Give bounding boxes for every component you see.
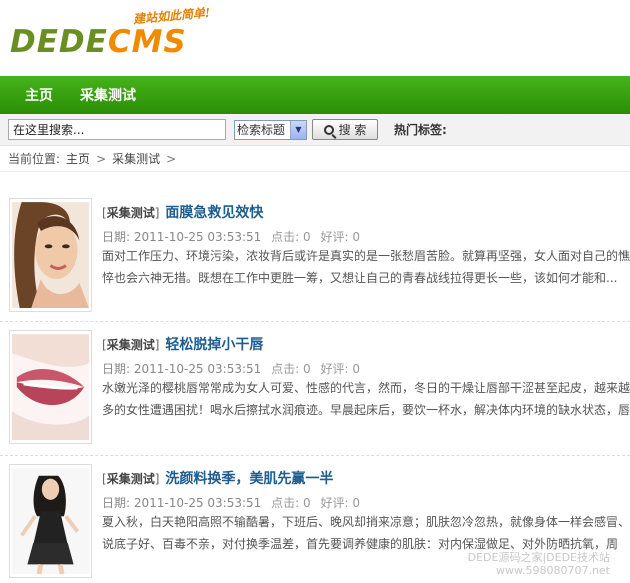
lips-image (12, 334, 89, 440)
article-category[interactable]: [采集测试] (102, 336, 159, 353)
article-meta: 日期: 2011-10-25 03:53:51 点击: 0 好评: 0 (102, 228, 360, 245)
article-meta: 日期: 2011-10-25 03:53:51 点击: 0 好评: 0 (102, 360, 360, 377)
watermark-line1: DEDE源码之家|DEDE技术站 (467, 551, 610, 564)
article-description: 夏入秋，白天艳阳高照不输酷暑，下班后、晚风却捎来凉意；肌肤忽冷忽热，就像身体一样… (102, 515, 630, 551)
article-title-row: [采集测试] 轻松脱掉小干唇 (102, 334, 263, 354)
article-clicks: 点击: 0 (271, 362, 311, 376)
article-thumbnail[interactable] (9, 198, 92, 312)
nav-item-collect-test[interactable]: 采集测试 (80, 85, 136, 105)
breadcrumb-separator: > (166, 151, 177, 166)
breadcrumb-separator: > (96, 151, 107, 166)
article-comments: 好评: 0 (320, 362, 360, 376)
article-comments: 好评: 0 (320, 230, 360, 244)
article-title-row: [采集测试] 面膜急救见效快 (102, 202, 263, 222)
search-bar: 检索标题 ▼ 搜 索 热门标签: (0, 114, 630, 146)
list-item: [采集测试] 轻松脱掉小干唇 日期: 2011-10-25 03:53:51 点… (0, 322, 630, 456)
nav-item-home[interactable]: 主页 (25, 85, 53, 105)
breadcrumb-item-home[interactable]: 主页 (66, 150, 90, 167)
logo-text-cms: CMS (107, 24, 187, 60)
search-button[interactable]: 搜 索 (312, 119, 378, 140)
article-title[interactable]: 轻松脱掉小干唇 (165, 334, 263, 354)
search-input[interactable] (8, 119, 226, 140)
breadcrumb: 当前位置: 主页 > 采集测试 > (0, 146, 630, 172)
article-title-row: [采集测试] 洗颜料换季，美肌先赢一半 (102, 468, 333, 488)
main-nav: 主页 采集测试 (0, 76, 630, 114)
watermark-line2: www.598080707.net (495, 564, 610, 577)
list-item: [采集测试] 面膜急救见效快 日期: 2011-10-25 03:53:51 点… (0, 190, 630, 322)
dropdown-arrow-icon: ▼ (290, 120, 306, 139)
hot-tags-label: 热门标签: (394, 123, 447, 137)
logo-text-dede: DEDE (10, 24, 108, 60)
article-comments: 好评: 0 (320, 496, 360, 510)
article-thumbnail[interactable] (9, 464, 92, 578)
article-category[interactable]: [采集测试] (102, 204, 159, 221)
site-header: 建站如此简单! DEDECMS (0, 0, 630, 76)
article-date: 日期: 2011-10-25 03:53:51 (102, 496, 262, 510)
article-description: 水嫩光泽的樱桃唇常常成为女人可爱、性感的代言，然而，冬日的干燥让唇部干涩甚至起皮… (102, 381, 630, 417)
woman-face-image (12, 202, 89, 308)
article-list: [采集测试] 面膜急救见效快 日期: 2011-10-25 03:53:51 点… (0, 190, 630, 583)
breadcrumb-item-collect-test[interactable]: 采集测试 (112, 150, 160, 167)
breadcrumb-prefix: 当前位置: (8, 152, 61, 166)
article-category[interactable]: [采集测试] (102, 470, 159, 487)
article-date: 日期: 2011-10-25 03:53:51 (102, 362, 262, 376)
article-meta: 日期: 2011-10-25 03:53:51 点击: 0 好评: 0 (102, 494, 360, 511)
article-clicks: 点击: 0 (271, 230, 311, 244)
article-description: 面对工作压力、环境污染，浓妆背后或许是真实的是一张愁眉苦脸。就算再坚强，女人面对… (102, 249, 630, 285)
search-type-value: 检索标题 (237, 123, 286, 137)
site-logo[interactable]: DEDECMS (10, 22, 187, 62)
search-icon (323, 124, 334, 135)
article-date: 日期: 2011-10-25 03:53:51 (102, 230, 262, 244)
search-button-label: 搜 索 (338, 123, 367, 137)
article-title[interactable]: 面膜急救见效快 (165, 202, 263, 222)
article-title[interactable]: 洗颜料换季，美肌先赢一半 (165, 468, 333, 488)
watermark: DEDE源码之家|DEDE技术站 www.598080707.net (468, 551, 610, 577)
search-type-select[interactable]: 检索标题 ▼ (234, 119, 307, 140)
article-clicks: 点击: 0 (271, 496, 311, 510)
article-thumbnail[interactable] (9, 330, 92, 444)
woman-posing-image (12, 468, 89, 575)
